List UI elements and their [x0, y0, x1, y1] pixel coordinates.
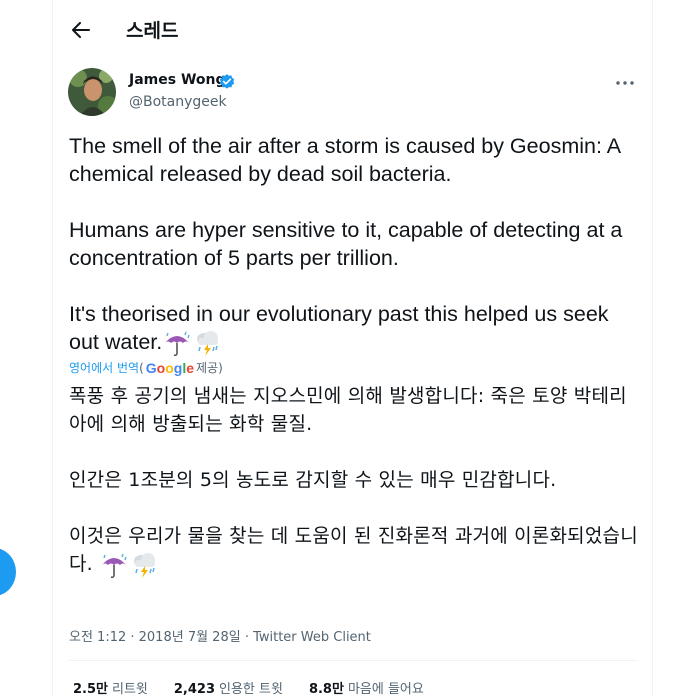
arrow-left-icon [72, 22, 90, 38]
cloud-lightning-rain-emoji-icon [197, 331, 219, 357]
paren-open: ( [139, 360, 144, 375]
retweets-count[interactable]: 2.5만 리트윗 [73, 678, 148, 697]
tweet-paragraph: It's theorised in our evolutionary past … [69, 302, 609, 354]
stat-value: 8.8만 [308, 682, 344, 697]
column-border-right [652, 0, 653, 696]
quote-tweets-count[interactable]: 2,423 인용한 트윗 [174, 678, 283, 697]
author-handle[interactable]: @Botanygeek [129, 94, 227, 110]
column-border-left [52, 0, 53, 696]
translated-paragraph: 폭풍 후 공기의 냄새는 지오스민에 의해 발생합니다: 죽은 토양 박테리아에… [69, 385, 627, 435]
tweet-paragraph: The smell of the air after a storm is ca… [69, 134, 620, 186]
avatar[interactable] [68, 68, 116, 116]
stat-label: 마음에 들어요 [347, 682, 424, 697]
translated-paragraph: 인간은 1조분의 5의 농도로 감지할 수 있는 매우 민감합니다. [69, 469, 557, 491]
umbrella-rain-emoji-icon [165, 332, 190, 357]
tweet-stats: 2.5만 리트윗 2,423 인용한 트윗 8.8만 마음에 들어요 [73, 678, 424, 697]
verified-badge-icon [219, 74, 235, 89]
cloud-lightning-rain-emoji-icon [134, 552, 156, 578]
provider-suffix: 제공) [196, 361, 223, 375]
page-title: 스레드 [126, 20, 179, 42]
tweet-paragraph: Humans are hyper sensitive to it, capabl… [69, 218, 623, 270]
likes-count[interactable]: 8.8만 마음에 들어요 [309, 678, 424, 697]
divider [69, 660, 637, 661]
tweet-timestamp[interactable]: 오전 1:12 · 2018년 7월 28일 · Twitter Web Cli… [69, 626, 371, 645]
stat-label: 리트윗 [112, 682, 148, 697]
translated-text: 폭풍 후 공기의 냄새는 지오스민에 의해 발생합니다: 죽은 토양 박테리아에… [69, 382, 644, 579]
translated-from-link[interactable]: 영어에서 번역 [69, 359, 139, 376]
stat-label: 인용한 트윗 [219, 682, 283, 697]
compose-fab-button[interactable] [0, 548, 16, 596]
author-name[interactable]: James Wong [129, 72, 226, 88]
more-options-button[interactable] [612, 70, 638, 96]
translation-attribution: 영어에서 번역 ( Google 제공) [69, 359, 223, 376]
umbrella-rain-emoji-icon [102, 553, 127, 578]
translated-paragraph-last: 이것은 우리가 물을 찾는 데 도움이 된 진화론적 과거에 이론화되었습니다. [69, 522, 644, 579]
stat-value: 2,423 [173, 682, 216, 697]
tweet-text: The smell of the air after a storm is ca… [69, 132, 639, 357]
stat-value: 2.5만 [73, 682, 108, 697]
more-horizontal-icon [616, 81, 634, 85]
thread-header: 스레드 [53, 0, 652, 58]
google-logo: Google [145, 359, 195, 376]
tweet-paragraph-last: It's theorised in our evolutionary past … [69, 300, 639, 357]
back-button[interactable] [66, 15, 96, 45]
